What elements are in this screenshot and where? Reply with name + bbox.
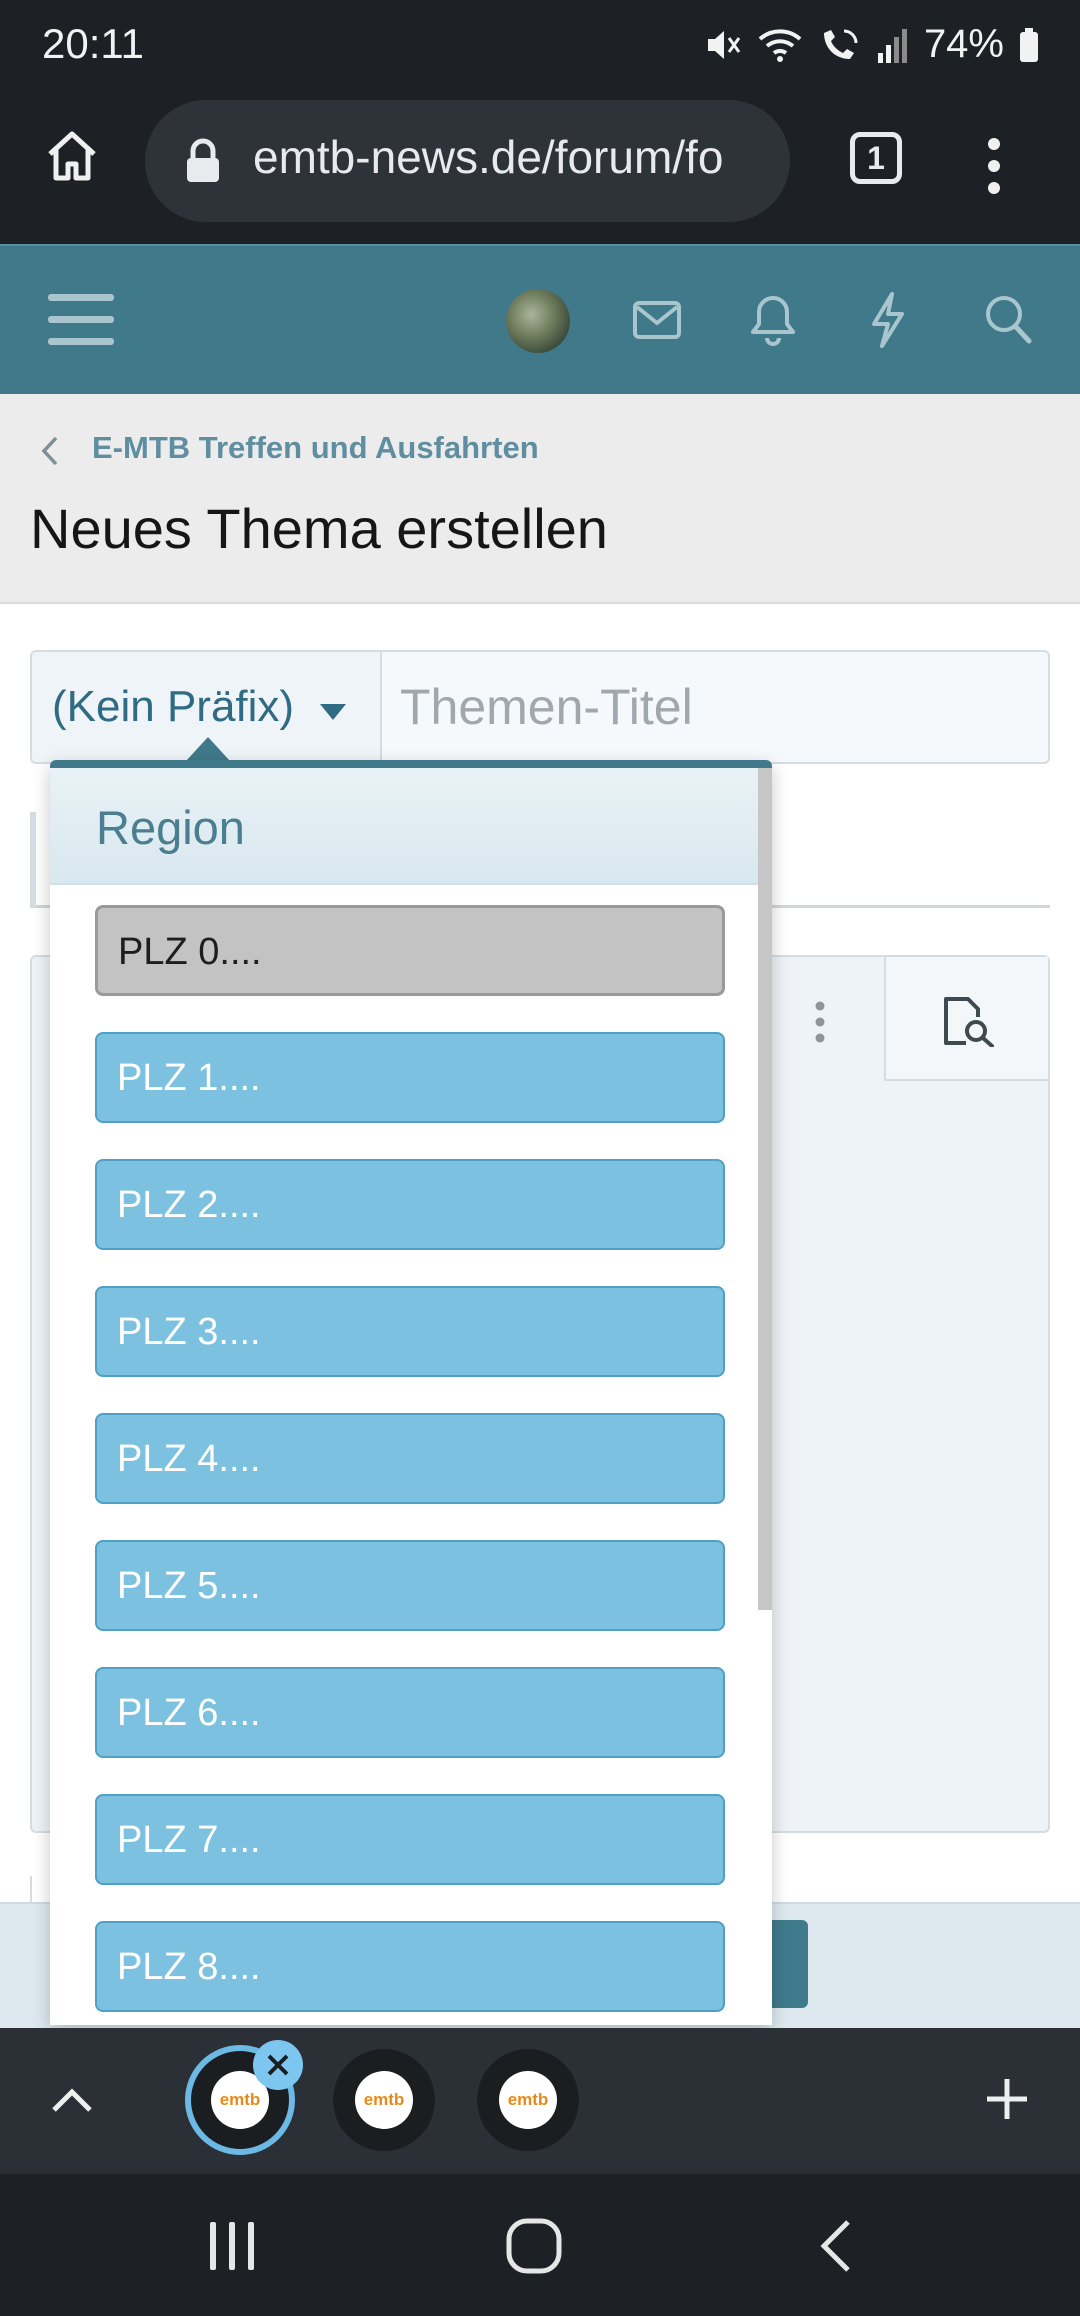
chevron-left-icon[interactable] xyxy=(38,434,60,468)
home-circle-icon[interactable] xyxy=(504,2216,564,2276)
bell-icon[interactable] xyxy=(750,292,796,348)
dropdown-pointer xyxy=(186,737,230,761)
tab-close-button[interactable] xyxy=(253,2040,303,2090)
breadcrumb[interactable]: E-MTB Treffen und Ausfahrten xyxy=(92,430,539,466)
close-icon[interactable] xyxy=(266,2053,290,2077)
emtb-favicon: emtb xyxy=(499,2071,557,2129)
menu-icon[interactable] xyxy=(48,290,116,350)
address-bar[interactable]: emtb-news.de/forum/fo xyxy=(145,100,790,222)
card-edge xyxy=(30,1876,40,1904)
prefix-option[interactable]: PLZ 5.... xyxy=(95,1540,725,1631)
prefix-option[interactable]: PLZ 6.... xyxy=(95,1667,725,1758)
wifi-calling-icon xyxy=(823,29,858,59)
dropdown-group-header: Region xyxy=(50,768,772,885)
tab-thumbnail[interactable]: emtb xyxy=(477,2049,579,2151)
avatar[interactable] xyxy=(506,289,570,353)
mail-icon[interactable] xyxy=(632,298,682,342)
home-icon[interactable] xyxy=(42,126,102,186)
dropdown-scrollbar[interactable] xyxy=(758,768,772,1610)
browser-tab-strip: emtb emtb emtb xyxy=(0,2028,1080,2172)
tabs-icon[interactable]: 1 xyxy=(850,132,902,184)
browser-toolbar: emtb-news.de/forum/fo 1 xyxy=(0,94,1080,244)
recents-icon[interactable] xyxy=(206,2218,258,2274)
lock-icon[interactable] xyxy=(183,138,223,184)
status-icons: 74% xyxy=(702,22,1040,67)
chevron-up-icon[interactable] xyxy=(50,2086,94,2114)
page-title: Neues Thema erstellen xyxy=(30,497,608,560)
search-icon[interactable] xyxy=(982,292,1034,348)
prefix-selected-value[interactable]: (Kein Präfix) xyxy=(52,682,294,732)
prefix-option[interactable]: PLZ 3.... xyxy=(95,1286,725,1377)
back-icon[interactable] xyxy=(816,2218,856,2274)
system-nav-bar xyxy=(0,2172,1080,2316)
prefix-option[interactable]: PLZ 2.... xyxy=(95,1159,725,1250)
thread-title-input[interactable] xyxy=(380,650,1050,764)
prefix-option[interactable]: PLZ 8.... xyxy=(95,1921,725,2012)
mute-icon xyxy=(707,30,741,59)
editor-more-icon[interactable] xyxy=(812,1000,828,1044)
page-header: E-MTB Treffen und Ausfahrten Neues Thema… xyxy=(0,394,1080,604)
battery-icon xyxy=(1020,27,1038,62)
prefix-option-selected[interactable]: PLZ 0.... xyxy=(95,905,725,996)
emtb-favicon: emtb xyxy=(355,2071,413,2129)
status-time: 20:11 xyxy=(42,20,144,67)
plus-icon[interactable] xyxy=(984,2076,1030,2122)
url-text[interactable]: emtb-news.de/forum/fo xyxy=(253,130,773,184)
group-label: Region xyxy=(96,801,245,854)
tab-thumbnail[interactable]: emtb xyxy=(333,2049,435,2151)
prefix-option[interactable]: PLZ 7.... xyxy=(95,1794,725,1885)
prefix-option[interactable]: PLZ 4.... xyxy=(95,1413,725,1504)
preview-icon[interactable] xyxy=(940,995,998,1047)
battery-percent: 74% xyxy=(923,22,1004,66)
caret-down-icon[interactable] xyxy=(318,702,348,722)
prefix-dropdown: Region PLZ 0.... PLZ 1.... PLZ 2.... PLZ… xyxy=(50,760,772,2025)
editor-tab-edge xyxy=(30,812,36,908)
lightning-icon[interactable] xyxy=(866,290,908,350)
signal-icon xyxy=(877,28,907,63)
site-header xyxy=(0,244,1080,394)
editor-preview-cell[interactable] xyxy=(884,957,1048,1081)
wifi-icon xyxy=(758,28,802,62)
prefix-option[interactable]: PLZ 1.... xyxy=(95,1032,725,1123)
more-vert-icon[interactable] xyxy=(982,134,1006,198)
status-bar: 20:11 74% xyxy=(0,0,1080,94)
